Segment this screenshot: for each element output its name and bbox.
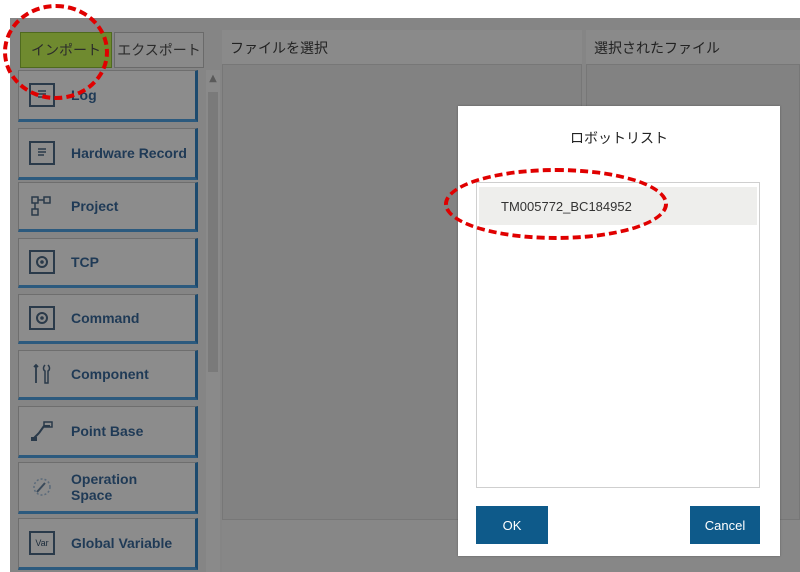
tab-import[interactable]: インポート <box>20 32 112 68</box>
cancel-button[interactable]: Cancel <box>690 506 760 544</box>
chevron-up-icon[interactable]: ▲ <box>208 72 218 86</box>
sidebar-item-label: Log <box>71 87 97 103</box>
list-item[interactable]: TM005772_BC184952 <box>479 187 757 225</box>
sidebar-scrollbar[interactable]: ▲ <box>206 70 220 572</box>
sidebar-item-label: TCP <box>71 254 99 270</box>
sidebar-item-label: Point Base <box>71 423 144 439</box>
sidebar-item-tcp[interactable]: TCP <box>18 238 198 288</box>
sidebar-item-global-variable[interactable]: Var Global Variable <box>18 518 198 570</box>
select-file-header: ファイルを選択 <box>222 30 582 66</box>
flow-icon <box>29 194 55 218</box>
tools-icon <box>29 362 55 386</box>
gear-icon <box>29 306 55 330</box>
scrollbar-thumb[interactable] <box>208 92 218 372</box>
sidebar-item-hardware-record[interactable]: Hardware Record <box>18 128 198 180</box>
document-icon <box>29 141 55 165</box>
var-icon: Var <box>29 531 55 555</box>
sidebar-item-label: Hardware Record <box>71 145 187 161</box>
sidebar-item-label: Component <box>71 366 149 382</box>
sidebar-item-operation-space[interactable]: Operation Space <box>18 462 198 514</box>
sidebar-item-point-base[interactable]: Point Base <box>18 406 198 458</box>
dialog-title: ロボットリスト <box>570 131 668 147</box>
sidebar-item-component[interactable]: Component <box>18 350 198 400</box>
sidebar-item-log[interactable]: Log <box>18 70 198 122</box>
sidebar-item-label: Operation Space <box>71 471 138 503</box>
robot-list-dialog: ロボットリスト TM005772_BC184952 OK Cancel <box>458 106 780 556</box>
ok-button[interactable]: OK <box>476 506 548 544</box>
gear-icon <box>29 250 55 274</box>
space-icon <box>29 475 55 499</box>
sidebar-item-label: Project <box>71 198 119 214</box>
sidebar: Log Hardware Record Project TCP Command <box>18 70 200 572</box>
sidebar-item-label: Command <box>71 310 140 326</box>
var-icon-text: Var <box>35 538 49 548</box>
document-icon <box>29 83 55 107</box>
selected-file-header: 選択されたファイル <box>586 30 800 66</box>
sidebar-item-command[interactable]: Command <box>18 294 198 344</box>
sidebar-item-label: Global Variable <box>71 535 173 551</box>
robot-list[interactable]: TM005772_BC184952 <box>476 182 760 488</box>
sidebar-item-project[interactable]: Project <box>18 182 198 232</box>
tab-export[interactable]: エクスポート <box>114 32 204 68</box>
robot-arm-icon <box>29 419 55 443</box>
